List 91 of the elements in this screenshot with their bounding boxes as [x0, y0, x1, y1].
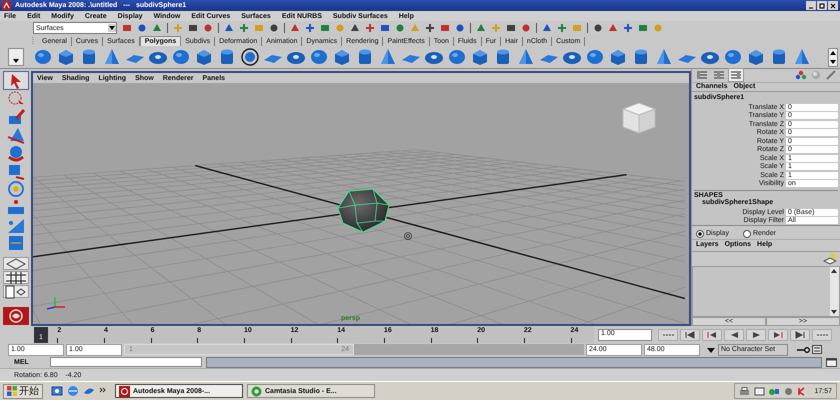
playback-button[interactable] [724, 328, 744, 340]
polygon-tool-icon[interactable] [654, 47, 674, 67]
layer-list-icon [730, 70, 742, 80]
command-input-field[interactable] [50, 357, 202, 367]
layout-button[interactable] [2, 285, 28, 298]
layout-button[interactable] [2, 271, 28, 284]
maya-logo-icon [119, 386, 130, 396]
tool-icon[interactable] [425, 23, 435, 33]
polygon-tool-icon[interactable] [33, 47, 53, 67]
layout-button[interactable] [2, 257, 28, 270]
window-icon[interactable] [754, 386, 766, 396]
maximize-icon [818, 2, 826, 10]
playback-button[interactable] [680, 328, 700, 340]
tool-icon[interactable] [623, 23, 633, 33]
step-back-frame-icon [706, 330, 718, 338]
polygon-tool-icon[interactable] [102, 47, 122, 67]
scroll-down-icon[interactable] [829, 58, 837, 66]
view-cube-drawing[interactable] [622, 102, 656, 134]
polygon-tool-icon[interactable] [378, 47, 398, 67]
close-icon [829, 2, 837, 10]
scroll-up-icon[interactable] [829, 48, 837, 56]
panel-layout-button[interactable] [729, 69, 743, 82]
start-button[interactable]: 开始 [3, 384, 43, 398]
playback-button[interactable] [658, 328, 678, 340]
windows-flag-icon [7, 386, 17, 396]
panel-layout-button[interactable] [695, 69, 709, 82]
pivot-icon [404, 232, 412, 240]
polygon-tool-icon[interactable] [516, 47, 536, 67]
polygon-tool-icon[interactable] [470, 47, 490, 67]
panel-layout-icon [4, 284, 26, 298]
radio-button[interactable] [696, 230, 704, 238]
scroll-up-icon[interactable] [830, 266, 838, 275]
desktop-icon[interactable] [51, 385, 63, 397]
tool-icon[interactable] [290, 23, 300, 33]
polygon-tool-icon[interactable] [792, 47, 812, 67]
caret-icon [12, 57, 20, 65]
playback-button[interactable] [790, 328, 810, 340]
polygon-tool-icon[interactable] [723, 47, 743, 67]
playback-button[interactable] [812, 328, 832, 340]
record-circle-icon [251, 386, 262, 396]
plane-icon [4, 256, 26, 270]
subdiv-sphere-drawing[interactable] [337, 188, 390, 233]
radio-button[interactable] [742, 230, 751, 238]
playback-button[interactable] [768, 328, 788, 340]
new-layer-icon[interactable] [823, 252, 837, 265]
axis-indicator-icon [46, 297, 65, 310]
polygon-tool-icon[interactable] [56, 47, 76, 67]
polygon-tool-icon[interactable] [585, 47, 605, 67]
grid-layout-icon [4, 270, 26, 284]
polygon-tool-icon[interactable] [746, 47, 766, 67]
scroll-bar[interactable] [830, 266, 839, 316]
playback-button[interactable] [746, 328, 766, 340]
maya-logo-icon[interactable] [2, 307, 28, 325]
polygon-tool-icon[interactable] [194, 47, 214, 67]
tool-icon[interactable] [239, 23, 249, 33]
step-forward-frame-icon [772, 330, 784, 338]
handle-icon[interactable] [30, 36, 36, 46]
minimize-button[interactable] [806, 1, 816, 10]
attribute-list-icon [713, 70, 725, 80]
tool-button[interactable] [4, 72, 28, 89]
polygon-tool-icon[interactable] [447, 47, 467, 67]
channel-box-icon [696, 70, 708, 80]
maximize-button[interactable] [817, 1, 827, 10]
tool-icon[interactable] [557, 23, 567, 33]
tool-icon [6, 178, 26, 198]
start-label: 开始 [19, 385, 39, 398]
app-logo-icon [2, 1, 11, 10]
tool-icon[interactable] [476, 23, 486, 33]
tool-icon[interactable] [305, 23, 315, 33]
printer-icon[interactable] [739, 386, 750, 396]
color-dots-icon[interactable] [795, 70, 807, 80]
playback-button[interactable] [702, 328, 722, 340]
polygon-tool-icon[interactable] [608, 47, 628, 67]
k-icon[interactable] [797, 386, 806, 396]
close-button[interactable] [828, 1, 838, 10]
caret-icon[interactable] [706, 346, 716, 354]
tool-icon[interactable] [365, 23, 375, 33]
preferences-icon[interactable] [812, 345, 822, 354]
shelf-menu-button[interactable] [8, 48, 24, 66]
tool-icon[interactable] [542, 23, 552, 33]
script-editor-icon[interactable] [826, 358, 837, 366]
panel-layout-button[interactable] [712, 69, 726, 82]
polygon-tool-icon[interactable] [332, 47, 352, 67]
target-icon[interactable] [240, 47, 260, 67]
step-forward-key-icon [794, 330, 806, 338]
polygon-tool-icon[interactable] [171, 47, 191, 67]
key-icon[interactable] [796, 346, 810, 354]
polygon-tool-icon[interactable] [309, 47, 329, 67]
tool-icon[interactable] [224, 23, 234, 33]
caret-icon [108, 24, 116, 32]
step-back-key-icon [684, 330, 696, 338]
